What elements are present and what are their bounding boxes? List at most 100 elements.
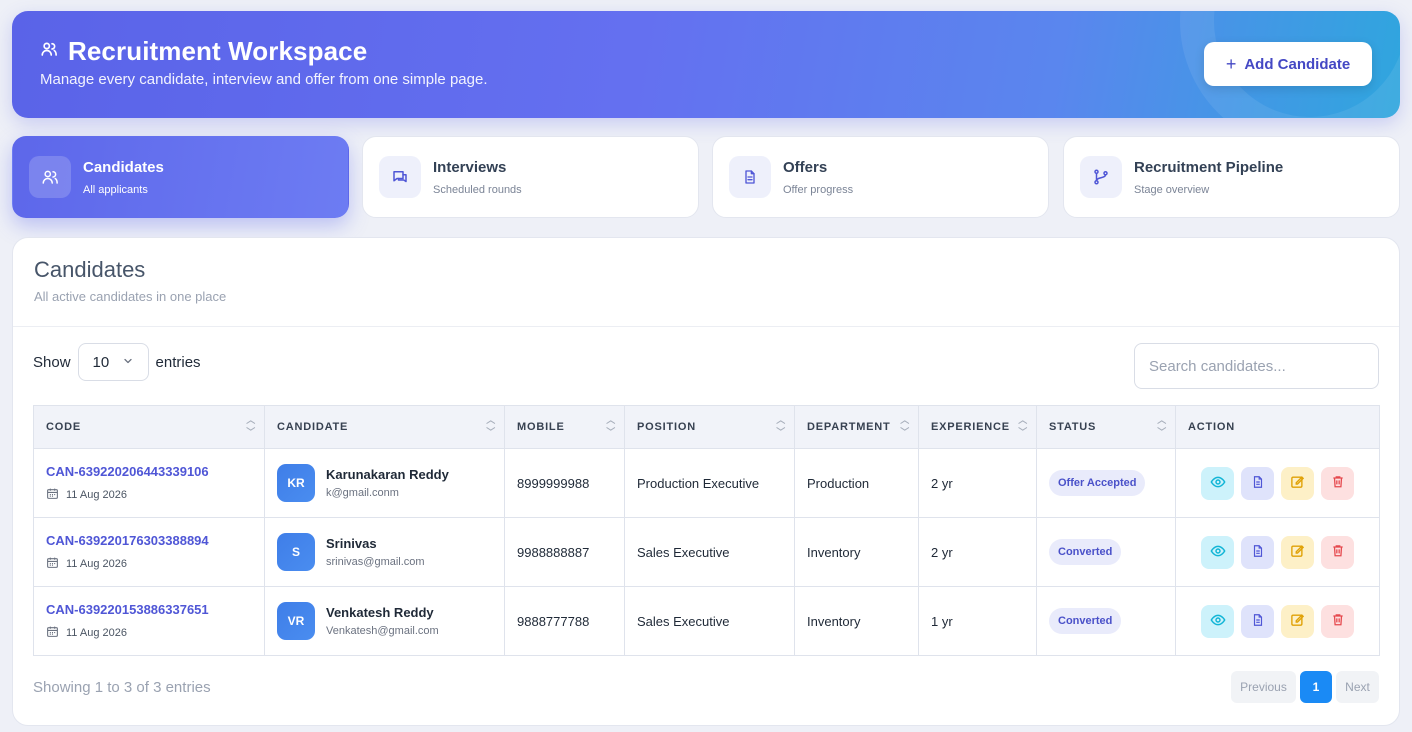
trash-icon — [1331, 543, 1345, 561]
view-button[interactable] — [1201, 535, 1234, 569]
sort-icon: ︿ ﹀ — [776, 415, 786, 437]
page-1-button[interactable]: 1 — [1300, 671, 1332, 703]
candidate-name: Srinivas — [326, 536, 377, 551]
document-button[interactable] — [1241, 466, 1274, 500]
card-subtitle: All active candidates in one place — [34, 289, 227, 304]
users-icon — [29, 156, 71, 198]
edit-icon — [1290, 612, 1305, 630]
trash-icon — [1331, 612, 1345, 630]
document-button[interactable] — [1241, 535, 1274, 569]
table-row: CAN-639220176303388894 11 Aug 2026 S Sri… — [33, 517, 1380, 587]
branch-icon — [1080, 156, 1122, 198]
candidate-email: srinivas@gmail.com — [326, 556, 425, 568]
candidate-code-link[interactable]: CAN-639220176303388894 — [46, 533, 252, 548]
delete-button[interactable] — [1321, 535, 1354, 569]
sort-icon: ︿ ﹀ — [900, 415, 910, 437]
department-cell: Production — [794, 448, 919, 518]
card-title: Candidates — [34, 257, 146, 282]
sort-icon: ︿ ﹀ — [606, 415, 616, 437]
page-header: Recruitment Workspace Manage every candi… — [12, 11, 1400, 118]
experience-cell: 2 yr — [918, 448, 1037, 518]
column-header-status[interactable]: STATUS ︿ ﹀ — [1036, 405, 1176, 449]
column-header-code[interactable]: CODE ︿ ﹀ — [33, 405, 265, 449]
column-header-position[interactable]: POSITION ︿ ﹀ — [624, 405, 795, 449]
candidate-name: Venkatesh Reddy — [326, 605, 434, 620]
tab-sublabel: All applicants — [83, 183, 148, 196]
candidate-code-link[interactable]: CAN-639220206443339106 — [46, 464, 252, 479]
eye-icon — [1209, 543, 1226, 562]
sort-icon: ︿ ﹀ — [246, 415, 256, 437]
eye-icon — [1209, 612, 1226, 631]
calendar-icon — [46, 556, 59, 572]
trash-icon — [1331, 474, 1345, 492]
candidates-table: CODE ︿ ﹀ CANDIDATE ︿ ﹀ MOBILE ︿ ﹀ POSITION ︿ ﹀ D… — [33, 405, 1380, 656]
edit-button[interactable] — [1281, 535, 1314, 569]
edit-icon — [1290, 474, 1305, 492]
sort-icon: ︿ ﹀ — [1157, 415, 1167, 437]
tab-offers[interactable]: Offers Offer progress — [712, 136, 1049, 218]
entries-control: Show 10 entries — [33, 343, 201, 381]
candidate-code-link[interactable]: CAN-639220153886337651 — [46, 602, 252, 617]
edit-button[interactable] — [1281, 466, 1314, 500]
column-header-action: ACTION — [1175, 405, 1380, 449]
department-cell: Inventory — [794, 517, 919, 587]
add-candidate-button[interactable]: + Add Candidate — [1204, 42, 1372, 86]
edit-button[interactable] — [1281, 604, 1314, 638]
tab-candidates[interactable]: Candidates All applicants — [12, 136, 349, 218]
sort-icon: ︿ ﹀ — [486, 415, 496, 437]
status-badge: Converted — [1049, 539, 1122, 565]
tab-label: Offers — [783, 158, 828, 176]
column-header-mobile[interactable]: MOBILE ︿ ﹀ — [504, 405, 625, 449]
divider — [13, 326, 1399, 327]
column-header-experience[interactable]: EXPERIENCE ︿ ﹀ — [918, 405, 1037, 449]
plus-icon: + — [1225, 54, 1237, 74]
tab-interviews[interactable]: Interviews Scheduled rounds — [362, 136, 699, 218]
candidate-email: Venkatesh@gmail.com — [326, 625, 439, 637]
pagination: Previous 1 Next — [1231, 671, 1379, 703]
entries-label: entries — [155, 353, 201, 371]
status-badge: Converted — [1049, 608, 1122, 634]
show-label: Show — [33, 353, 71, 371]
delete-button[interactable] — [1321, 466, 1354, 500]
document-icon — [1251, 612, 1265, 631]
table-row: CAN-639220153886337651 11 Aug 2026 VR Ve… — [33, 586, 1380, 656]
page-subtitle: Manage every candidate, interview and of… — [40, 71, 488, 88]
view-button[interactable] — [1201, 604, 1234, 638]
document-icon — [1251, 543, 1265, 562]
previous-page-button[interactable]: Previous — [1231, 671, 1296, 703]
candidates-card: Candidates All active candidates in one … — [12, 237, 1400, 726]
table-row: CAN-639220206443339106 11 Aug 2026 KR Ka… — [33, 448, 1380, 518]
position-cell: Production Executive — [624, 448, 795, 518]
candidate-name: Karunakaran Reddy — [326, 467, 449, 482]
document-icon — [1251, 474, 1265, 493]
document-button[interactable] — [1241, 604, 1274, 638]
tab-sublabel: Scheduled rounds — [433, 183, 522, 196]
showing-entries-text: Showing 1 to 3 of 3 entries — [33, 679, 211, 696]
entries-select[interactable]: 10 — [77, 343, 149, 381]
mobile-cell: 9888777788 — [504, 586, 625, 656]
sort-icon: ︿ ﹀ — [1018, 415, 1028, 437]
experience-cell: 1 yr — [918, 586, 1037, 656]
experience-cell: 2 yr — [918, 517, 1037, 587]
column-header-department[interactable]: DEPARTMENT ︿ ﹀ — [794, 405, 919, 449]
page-title: Recruitment Workspace — [68, 36, 368, 66]
eye-icon — [1209, 474, 1226, 493]
tab-label: Recruitment Pipeline — [1134, 158, 1284, 176]
document-icon — [729, 156, 771, 198]
candidate-date: 11 Aug 2026 — [66, 557, 127, 570]
delete-button[interactable] — [1321, 604, 1354, 638]
tab-label: Interviews — [433, 158, 507, 176]
search-input[interactable] — [1134, 343, 1379, 389]
add-candidate-label: Add Candidate — [1244, 55, 1351, 73]
chevron-down-icon — [122, 354, 134, 371]
department-cell: Inventory — [794, 586, 919, 656]
candidate-date: 11 Aug 2026 — [66, 488, 127, 501]
tab-recruitment-pipeline[interactable]: Recruitment Pipeline Stage overview — [1063, 136, 1400, 218]
edit-icon — [1290, 543, 1305, 561]
column-header-candidate[interactable]: CANDIDATE ︿ ﹀ — [264, 405, 505, 449]
view-button[interactable] — [1201, 466, 1234, 500]
tab-label: Candidates — [83, 158, 164, 176]
next-page-button[interactable]: Next — [1336, 671, 1379, 703]
candidate-email: k@gmail.conm — [326, 487, 399, 499]
mobile-cell: 9988888887 — [504, 517, 625, 587]
